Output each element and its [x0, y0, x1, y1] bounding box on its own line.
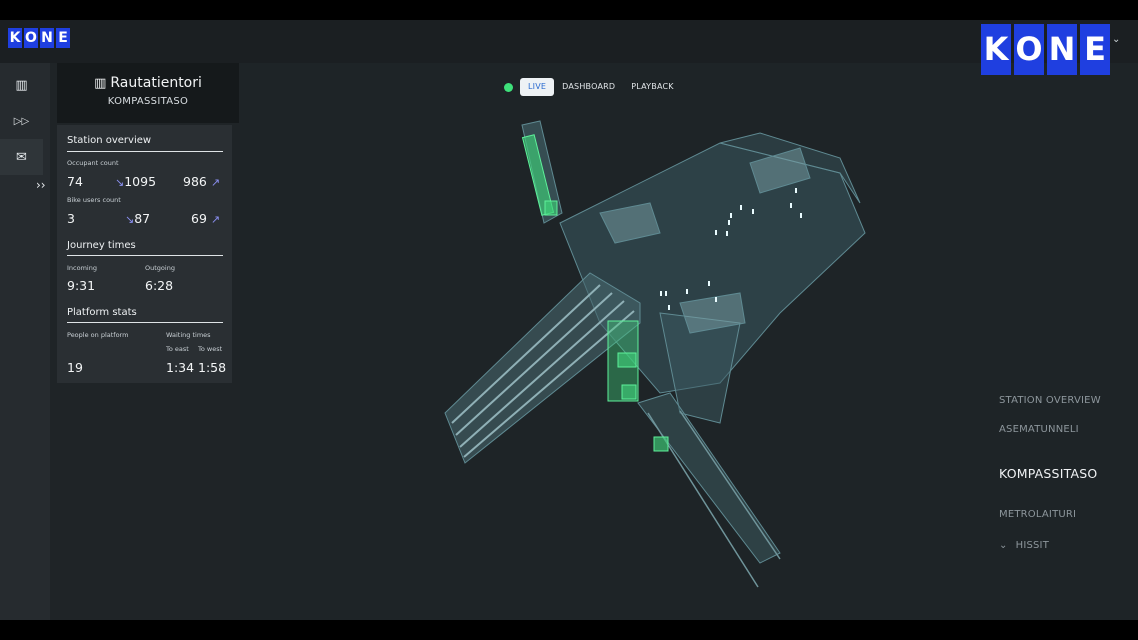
- journey-times-title: Journey times: [67, 240, 136, 251]
- elevator: [544, 200, 558, 216]
- wait-west: 1:58: [198, 360, 227, 375]
- bike-current: 3: [67, 211, 75, 226]
- waiting-times-label: Waiting times: [166, 331, 211, 339]
- building-icon: ▥: [94, 76, 107, 91]
- level-station-overview[interactable]: STATION OVERVIEW: [999, 395, 1101, 406]
- bike-users-label: Bike users count: [67, 196, 121, 204]
- fast-forward-icon[interactable]: ▷▷: [0, 103, 43, 139]
- bike-out: 69: [191, 211, 207, 226]
- elevator: [621, 384, 637, 400]
- divider: [67, 255, 223, 256]
- arrow-down-in-icon: ↘: [115, 176, 125, 189]
- mail-icon[interactable]: ✉: [0, 139, 43, 175]
- elevator: [617, 352, 637, 368]
- people-on-platform: 19: [67, 360, 83, 375]
- station-model[interactable]: [240, 63, 1138, 620]
- outgoing-time: 6:28: [145, 278, 174, 293]
- mode-switcher: LIVE DASHBOARD PLAYBACK: [504, 76, 682, 98]
- occupant-in: 1095: [124, 174, 157, 189]
- divider: [67, 322, 223, 323]
- elevator: [653, 436, 669, 452]
- occupant-count-label: Occupant count: [67, 159, 119, 167]
- top-bar: K O N E ⌄: [0, 20, 1138, 63]
- bike-in: 87: [134, 211, 151, 226]
- expand-panel-icon[interactable]: ››: [36, 178, 46, 192]
- level-kompassitaso[interactable]: KOMPASSITASO: [999, 466, 1097, 481]
- kone-logo-small: K O N E: [8, 28, 70, 48]
- station-level: KOMPASSITASO: [107, 96, 189, 107]
- stats-panel: Station overview Occupant count 74 ↘1095…: [57, 125, 232, 383]
- chevron-down-icon: ⌄: [999, 540, 1008, 551]
- wait-east: 1:34: [166, 360, 195, 375]
- tab-live[interactable]: LIVE: [520, 78, 555, 96]
- level-asematunneli[interactable]: ASEMATUNNELI: [999, 424, 1079, 435]
- incoming-label: Incoming: [67, 264, 97, 272]
- to-east-label: To east: [166, 345, 189, 353]
- people-on-platform-label: People on platform: [67, 331, 129, 339]
- divider: [67, 151, 223, 152]
- occupant-current: 74: [67, 174, 83, 189]
- station-3d-view[interactable]: [240, 63, 1138, 620]
- station-overview-title: Station overview: [67, 135, 152, 146]
- station-name: Rautatientori: [110, 75, 202, 91]
- kone-logo-large: K O N E: [981, 24, 1110, 75]
- tab-dashboard[interactable]: DASHBOARD: [554, 78, 623, 96]
- arrow-up-out-icon: ↗: [210, 213, 221, 226]
- to-west-label: To west: [198, 345, 223, 353]
- arrow-down-in-icon: ↘: [125, 213, 135, 226]
- incoming-time: 9:31: [67, 278, 96, 293]
- live-status-dot: [504, 82, 513, 92]
- arrow-up-out-icon: ↗: [210, 176, 221, 189]
- platform-stats-title: Platform stats: [67, 307, 137, 318]
- occupant-out: 986: [183, 174, 207, 189]
- outgoing-label: Outgoing: [145, 264, 175, 272]
- level-hissit: HISSIT: [1015, 540, 1050, 551]
- chevron-down-icon[interactable]: ⌄: [1112, 34, 1120, 45]
- app-window: K O N E ⌄ ▥ ▷▷ ✉ ›› ▥ Rautatientori KOMPA…: [0, 20, 1138, 620]
- station-header: ▥ Rautatientori KOMPASSITASO: [57, 63, 239, 123]
- icon-rail: ▥ ▷▷ ✉ ››: [0, 63, 50, 620]
- level-metrolaituri[interactable]: METROLAITURI: [999, 509, 1076, 520]
- tab-playback[interactable]: PLAYBACK: [623, 78, 681, 96]
- building-icon[interactable]: ▥: [0, 67, 43, 103]
